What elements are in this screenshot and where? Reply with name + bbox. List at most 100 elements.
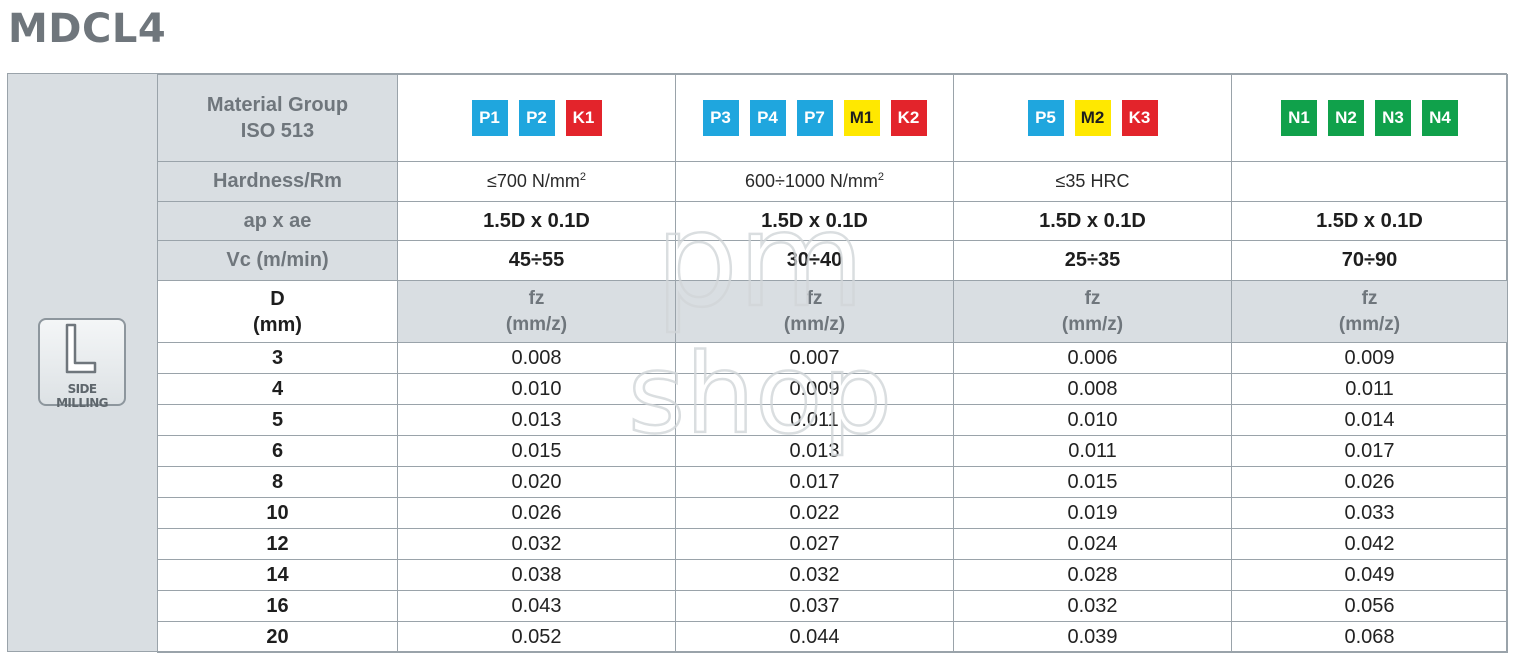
fz-value: 0.013 — [675, 435, 954, 467]
apae-value: 1.5D x 0.1D — [953, 201, 1232, 241]
hardness-row: Hardness/Rm ≤700 N/mm2 600÷1000 N/mm2 ≤3… — [157, 161, 1508, 202]
fz-header: fz (mm/z) — [675, 280, 954, 343]
fz-header-row: D (mm) fz (mm/z) fz (mm/z) fz (mm/z) fz (mm/z… — [157, 280, 1508, 343]
fz-value: 0.033 — [1231, 497, 1508, 529]
fz-value: 0.027 — [675, 528, 954, 560]
apae-row: ap x ae 1.5D x 0.1D 1.5D x 0.1D 1.5D x 0… — [157, 201, 1508, 241]
iso-badge-k1: K1 — [565, 100, 602, 136]
fz-header: fz (mm/z) — [397, 280, 676, 343]
fz-value: 0.017 — [1231, 435, 1508, 467]
apae-label: ap x ae — [157, 201, 398, 241]
fz-value: 0.019 — [953, 497, 1232, 529]
diameter-value: 14 — [157, 559, 398, 591]
fz-value: 0.049 — [1231, 559, 1508, 591]
fz-value: 0.026 — [397, 497, 676, 529]
fz-data-row: 14 0.038 0.032 0.028 0.049 — [157, 559, 1508, 591]
diameter-value: 4 — [157, 373, 398, 405]
fz-value: 0.011 — [1231, 373, 1508, 405]
fz-value: 0.038 — [397, 559, 676, 591]
vc-value: 30÷40 — [675, 240, 954, 281]
fz-data-row: 3 0.008 0.007 0.006 0.009 — [157, 342, 1508, 374]
diameter-value: 10 — [157, 497, 398, 529]
fz-value: 0.007 — [675, 342, 954, 374]
fz-value: 0.043 — [397, 590, 676, 622]
fz-value: 0.010 — [397, 373, 676, 405]
iso-badge-n2: N2 — [1328, 100, 1364, 136]
hardness-value — [1231, 161, 1508, 202]
fz-data-row: 6 0.015 0.013 0.011 0.017 — [157, 435, 1508, 467]
fz-value: 0.009 — [675, 373, 954, 405]
fz-value: 0.032 — [675, 559, 954, 591]
iso-badge-k2: K2 — [890, 100, 927, 136]
cutting-data-table: Material Group ISO 513 P1 P2 K1 P3 P4 P7 M1 K2… — [157, 74, 1508, 653]
fz-data-row: 16 0.043 0.037 0.032 0.056 — [157, 590, 1508, 622]
fz-data-row: 12 0.032 0.027 0.024 0.042 — [157, 528, 1508, 560]
fz-value: 0.008 — [953, 373, 1232, 405]
iso-badge-p3: P3 — [702, 100, 739, 136]
apae-value: 1.5D x 0.1D — [675, 201, 954, 241]
iso-badge-p2: P2 — [518, 100, 555, 136]
fz-value: 0.039 — [953, 621, 1232, 653]
material-badges-group-3: P5 M2 K3 — [953, 74, 1232, 162]
fz-value: 0.010 — [953, 404, 1232, 436]
vc-value: 25÷35 — [953, 240, 1232, 281]
iso-badge-p7: P7 — [796, 100, 833, 136]
diameter-header: D (mm) — [157, 280, 398, 343]
material-badges-group-1: P1 P2 K1 — [397, 74, 676, 162]
fz-value: 0.013 — [397, 404, 676, 436]
fz-value: 0.026 — [1231, 466, 1508, 498]
diameter-value: 5 — [157, 404, 398, 436]
fz-value: 0.008 — [397, 342, 676, 374]
fz-value: 0.032 — [397, 528, 676, 560]
fz-value: 0.011 — [675, 404, 954, 436]
fz-header: fz (mm/z) — [953, 280, 1232, 343]
fz-value: 0.028 — [953, 559, 1232, 591]
material-badges-group-2: P3 P4 P7 M1 K2 — [675, 74, 954, 162]
fz-value: 0.015 — [953, 466, 1232, 498]
material-group-label: Material Group ISO 513 — [157, 74, 398, 162]
fz-data-row: 8 0.020 0.017 0.015 0.026 — [157, 466, 1508, 498]
diameter-value: 12 — [157, 528, 398, 560]
fz-value: 0.011 — [953, 435, 1232, 467]
fz-value: 0.014 — [1231, 404, 1508, 436]
cutting-data-table-frame: SIDE MILLING Material Group ISO 513 P1 P2… — [7, 73, 1508, 653]
diameter-value: 20 — [157, 621, 398, 653]
iso-badge-p4: P4 — [749, 100, 786, 136]
vc-row: Vc (m/min) 45÷55 30÷40 25÷35 70÷90 — [157, 240, 1508, 281]
diameter-value: 8 — [157, 466, 398, 498]
hardness-value: ≤700 N/mm2 — [397, 161, 676, 202]
iso-badge-n3: N3 — [1375, 100, 1411, 136]
vc-label: Vc (m/min) — [157, 240, 398, 281]
iso-badge-m1: M1 — [843, 100, 880, 136]
iso-badge-k3: K3 — [1121, 100, 1158, 136]
fz-value: 0.042 — [1231, 528, 1508, 560]
fz-data-row: 10 0.026 0.022 0.019 0.033 — [157, 497, 1508, 529]
fz-value: 0.015 — [397, 435, 676, 467]
fz-value: 0.044 — [675, 621, 954, 653]
fz-value: 0.020 — [397, 466, 676, 498]
fz-value: 0.052 — [397, 621, 676, 653]
iso-badge-p5: P5 — [1027, 100, 1064, 136]
apae-value: 1.5D x 0.1D — [397, 201, 676, 241]
hardness-value: ≤35 HRC — [953, 161, 1232, 202]
material-group-row: Material Group ISO 513 P1 P2 K1 P3 P4 P7 M1 K2… — [157, 74, 1508, 162]
side-milling-label: SIDE MILLING — [56, 382, 108, 410]
fz-value: 0.024 — [953, 528, 1232, 560]
iso-badge-n4: N4 — [1422, 100, 1458, 136]
fz-value: 0.006 — [953, 342, 1232, 374]
side-milling-icon: SIDE MILLING — [38, 318, 126, 410]
diameter-value: 6 — [157, 435, 398, 467]
iso-badge-m2: M2 — [1074, 100, 1111, 136]
fz-value: 0.068 — [1231, 621, 1508, 653]
vc-value: 45÷55 — [397, 240, 676, 281]
fz-data-row: 4 0.010 0.009 0.008 0.011 — [157, 373, 1508, 405]
diameter-value: 16 — [157, 590, 398, 622]
fz-value: 0.032 — [953, 590, 1232, 622]
fz-data-row: 5 0.013 0.011 0.010 0.014 — [157, 404, 1508, 436]
material-badges-group-4: N1 N2 N3 N4 — [1231, 74, 1508, 162]
fz-data-row: 20 0.052 0.044 0.039 0.068 — [157, 621, 1508, 653]
operation-sidebar: SIDE MILLING — [8, 74, 158, 651]
fz-header: fz (mm/z) — [1231, 280, 1508, 343]
fz-value: 0.056 — [1231, 590, 1508, 622]
fz-value: 0.022 — [675, 497, 954, 529]
